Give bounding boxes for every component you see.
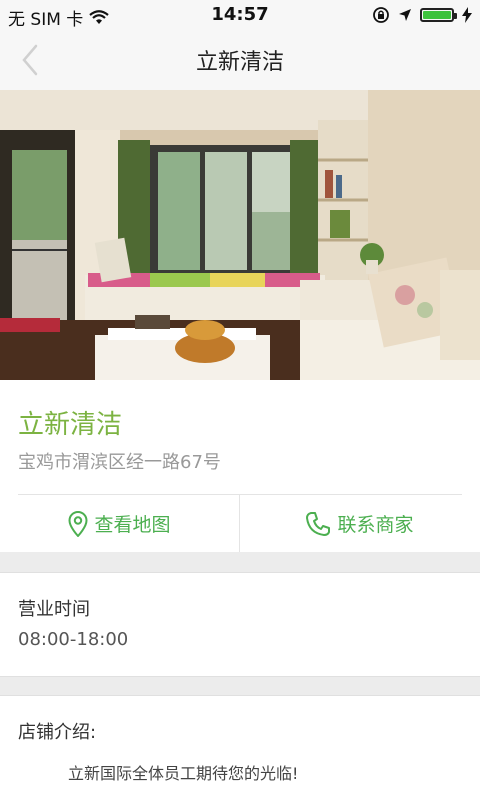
contact-merchant-label: 联系商家 [337, 514, 414, 536]
shop-photo [0, 90, 480, 380]
status-bar-right [372, 6, 472, 24]
rotation-lock-icon [373, 7, 389, 23]
shop-info-card: 立新清洁 宝鸡市渭滨区经一路67号 查看地图 联系商家 [0, 380, 480, 552]
view-map-label: 查看地图 [94, 514, 171, 536]
status-bar: 无 SIM 卡 14:57 [0, 0, 480, 30]
shop-name: 立新清洁 [18, 410, 123, 440]
battery-icon [420, 8, 457, 22]
contact-merchant-button[interactable]: 联系商家 [240, 495, 479, 552]
phone-icon [306, 511, 331, 536]
location-arrow-icon [399, 9, 411, 21]
page-title: 立新清洁 [195, 50, 284, 75]
business-hours-label: 营业时间 [18, 599, 90, 620]
business-hours-section: 营业时间 08:00-18:00 [0, 572, 480, 677]
business-hours-value: 08:00-18:00 [18, 629, 129, 650]
battery-level [423, 11, 451, 19]
shop-intro-label: 店铺介绍: [18, 722, 97, 743]
shop-intro-text: 立新国际全体员工期待您的光临! [68, 764, 299, 783]
charging-bolt-icon [462, 7, 472, 23]
shop-address: 宝鸡市渭滨区经一路67号 [18, 452, 221, 473]
view-map-button[interactable]: 查看地图 [0, 495, 239, 552]
navigation-bar: 立新清洁 [0, 30, 480, 90]
shop-intro-section: 店铺介绍: 立新国际全体员工期待您的光临! [0, 695, 480, 801]
map-pin-icon [68, 510, 88, 537]
